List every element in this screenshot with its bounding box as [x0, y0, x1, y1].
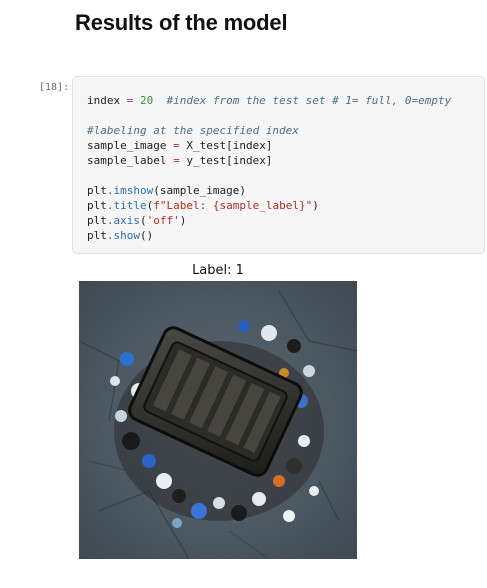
code-token: . [106, 184, 114, 197]
code-token: ) [312, 199, 319, 212]
code-token: = [173, 139, 180, 152]
trash-pile-photo [79, 281, 357, 559]
code-token: y_test[index] [179, 154, 273, 167]
code-line: plt.axis('off') [87, 213, 451, 228]
cell-prompt: [18]: [39, 82, 70, 93]
code-token: f"Label: {sample_label}" [153, 199, 313, 212]
code-token: sample_image [87, 139, 174, 152]
code-cell[interactable]: index = 20 #index from the test set # 1=… [72, 76, 485, 254]
code-token: plt [87, 214, 107, 227]
code-token: sample_label [87, 154, 174, 167]
code-token: ( [140, 214, 147, 227]
code-line: sample_image = X_test[index] [87, 138, 451, 153]
code-line: #labeling at the specified index [87, 123, 451, 138]
code-token: plt [87, 229, 107, 242]
code-token: #labeling at the specified index [87, 124, 299, 137]
code-line: index = 20 #index from the test set # 1=… [87, 93, 451, 108]
code-token: ) [179, 214, 187, 227]
code-line: plt.title(f"Label: {sample_label}") [87, 198, 451, 213]
code-token: . [106, 229, 114, 242]
code-token: show [113, 229, 141, 242]
code-editor[interactable]: index = 20 #index from the test set # 1=… [87, 93, 451, 243]
code-token: (sample_image) [153, 184, 246, 197]
code-token: plt [87, 199, 107, 212]
code-token: X_test[index] [179, 139, 273, 152]
code-token: . [106, 199, 114, 212]
code-token: plt [87, 184, 107, 197]
code-token: 'off' [146, 214, 180, 227]
code-line: sample_label = y_test[index] [87, 153, 451, 168]
section-heading: Results of the model [75, 10, 288, 35]
code-token: 20 [140, 94, 154, 107]
code-token: title [113, 199, 147, 212]
code-token: imshow [113, 184, 154, 197]
code-token: axis [113, 214, 141, 227]
code-token: = [173, 154, 180, 167]
code-token: () [140, 229, 154, 242]
code-line: plt.imshow(sample_image) [87, 183, 451, 198]
code-token: #index from the test set # 1= full, 0=em… [166, 94, 452, 107]
code-token: index [87, 94, 127, 107]
plot-title: Label: 1 [192, 263, 244, 278]
code-token: . [106, 214, 114, 227]
code-line: plt.show() [87, 228, 451, 243]
